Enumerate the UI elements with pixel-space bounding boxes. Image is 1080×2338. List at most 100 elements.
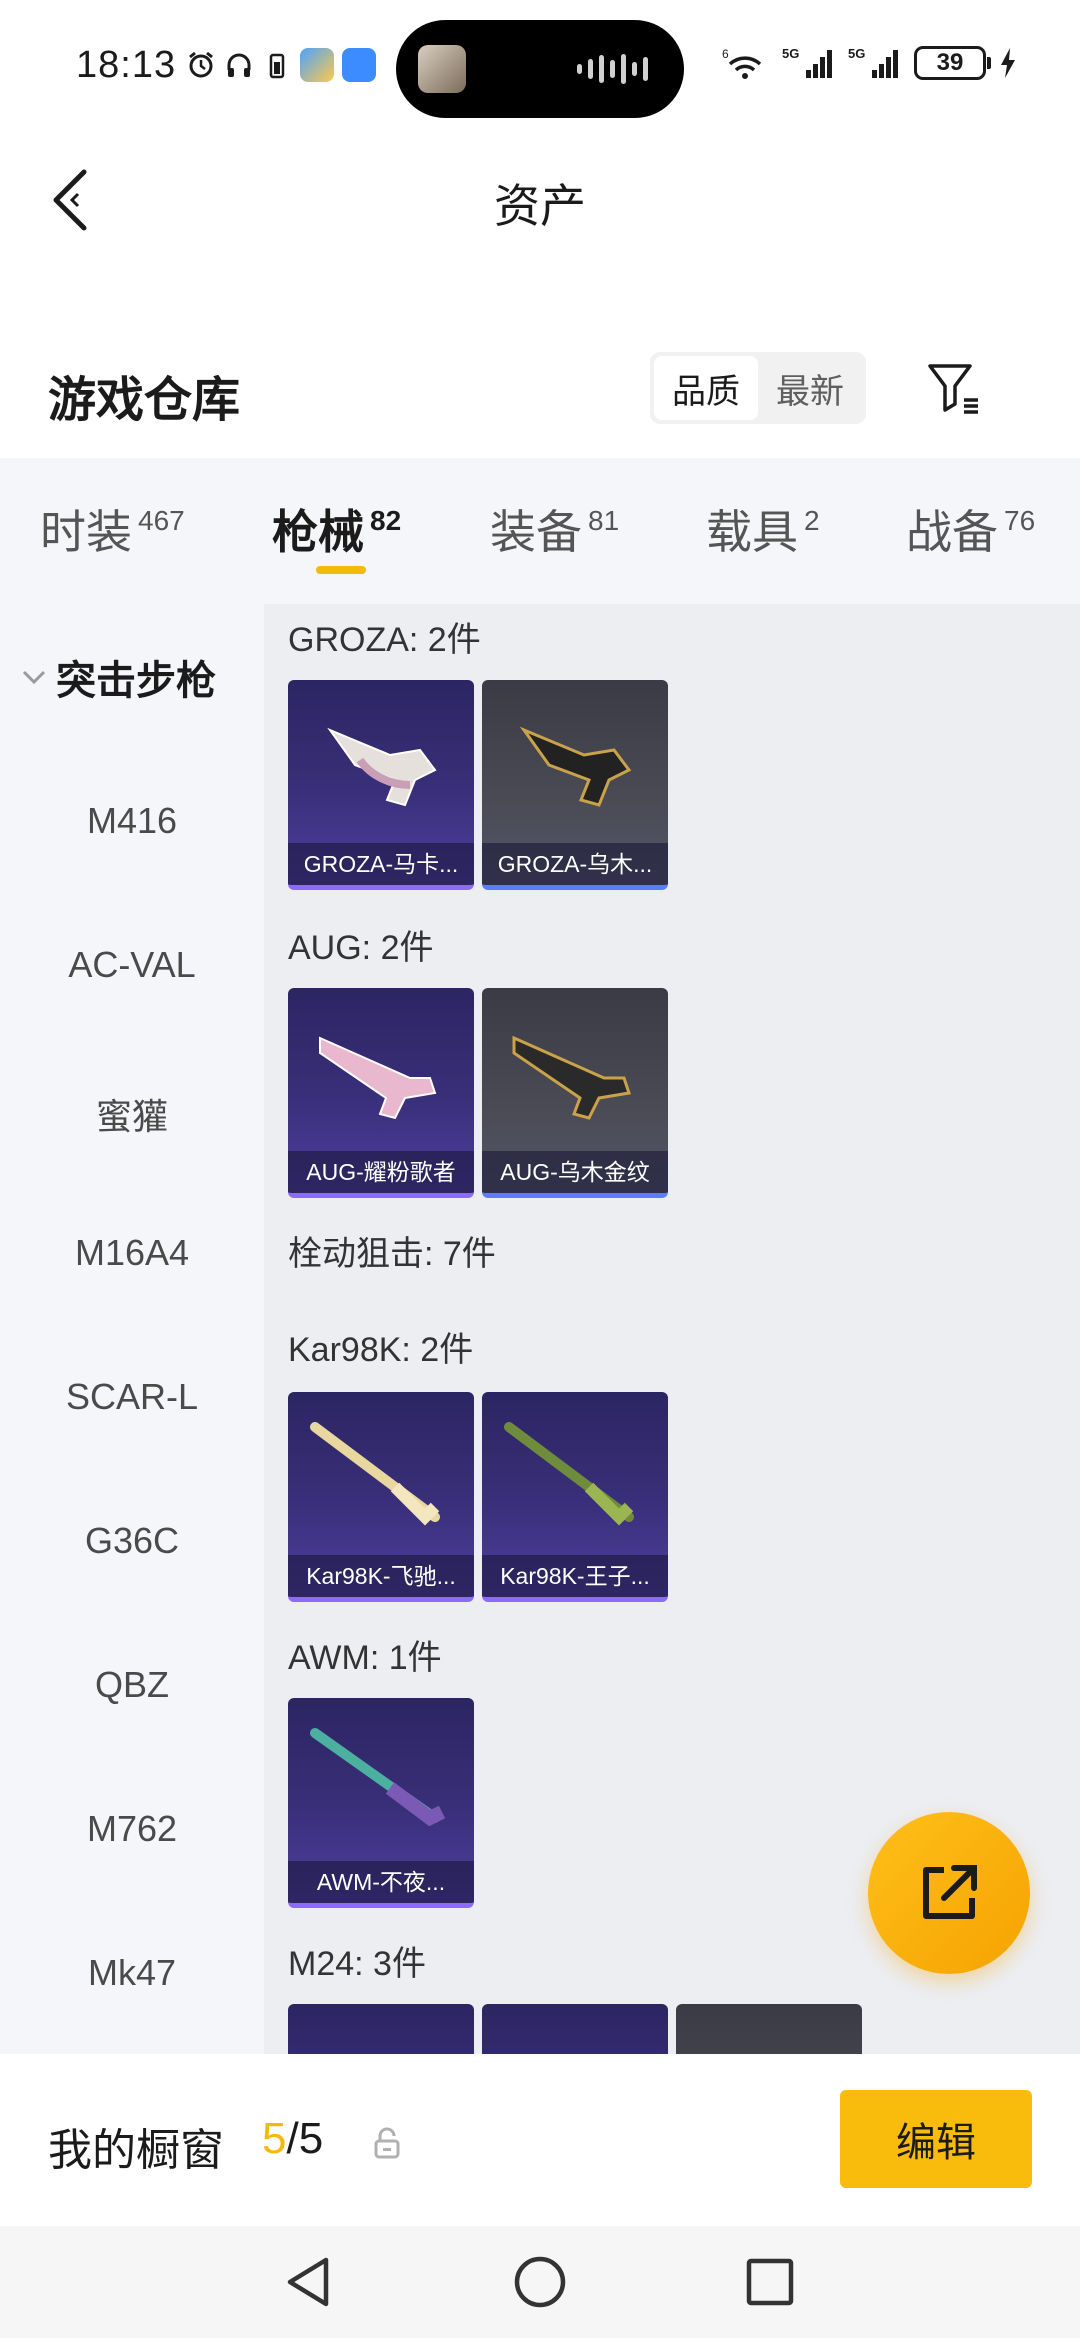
nav-home-icon xyxy=(514,2256,566,2308)
signal-label-1: 5G xyxy=(782,46,799,61)
battery-indicator: 39 xyxy=(914,46,991,80)
edit-button[interactable]: 编辑 xyxy=(840,2090,1032,2188)
group-title: Kar98K: 2件 xyxy=(288,1331,474,1369)
group-title: AUG: 2件 xyxy=(288,929,434,967)
tab-label: 时装 xyxy=(40,506,132,558)
section-title: 游戏仓库 xyxy=(48,374,241,427)
chevron-down-icon xyxy=(22,670,46,685)
group-title: 栓动狙击: 7件 xyxy=(288,1235,496,1273)
nav-home-button[interactable] xyxy=(508,2250,572,2314)
section-header: 游戏仓库 品质 最新 xyxy=(0,340,1080,460)
sniper-rifle-icon xyxy=(504,1422,634,1526)
skin-name: AUG-乌木金纹 xyxy=(482,1151,668,1193)
audio-wave-icon xyxy=(577,52,648,86)
showcase-current: 5 xyxy=(262,2114,287,2163)
weapon-type-sidebar: 突击步枪 M416 AC-VAL 蜜獾 M16A4 SCAR-L G36C QB… xyxy=(0,604,264,2054)
group-title: AWM: 1件 xyxy=(288,1639,442,1677)
skin-card[interactable]: GROZA-乌木... xyxy=(482,680,668,890)
skin-card[interactable]: AUG-耀粉歌者 xyxy=(288,988,474,1198)
category-tabs: 时装 467 枪械 82 装备 81 载具 2 战备 76 xyxy=(0,458,1080,604)
sidebar-item-ac-val[interactable]: AC-VAL xyxy=(0,944,264,986)
signal-icon: 5G xyxy=(848,46,898,78)
tab-label: 枪械 xyxy=(272,506,364,558)
system-navigation-bar xyxy=(0,2226,1080,2338)
media-thumbnail xyxy=(418,45,466,93)
tab-label: 载具 xyxy=(706,506,798,558)
sidebar-item-qbz[interactable]: QBZ xyxy=(0,1664,264,1706)
group-title: GROZA: 2件 xyxy=(288,621,481,659)
filter-button[interactable] xyxy=(920,352,988,424)
signal-icon: 5G xyxy=(782,46,832,78)
skin-name: AUG-耀粉歌者 xyxy=(288,1151,474,1193)
charging-icon xyxy=(1001,48,1015,78)
signal-label-2: 5G xyxy=(848,46,865,61)
tab-count: 2 xyxy=(804,505,820,536)
skin-card[interactable]: AWM-不夜... xyxy=(288,1698,474,1908)
sniper-rifle-icon xyxy=(310,1422,440,1526)
skin-card[interactable] xyxy=(482,2004,668,2054)
message-icon xyxy=(342,48,376,82)
active-tab-indicator xyxy=(316,566,366,574)
alarm-icon xyxy=(189,51,213,78)
skin-name: GROZA-乌木... xyxy=(482,843,668,885)
page-title: 资产 xyxy=(494,180,586,232)
lock-icon xyxy=(374,2127,400,2159)
filter-icon xyxy=(928,364,978,414)
skin-card[interactable] xyxy=(288,2004,474,2054)
sidebar-item-m762[interactable]: M762 xyxy=(0,1808,264,1850)
skin-card[interactable] xyxy=(676,2004,862,2054)
weather-icon xyxy=(300,48,334,82)
skin-card[interactable]: Kar98K-飞驰... xyxy=(288,1392,474,1602)
tab-count: 81 xyxy=(588,505,620,536)
share-icon xyxy=(923,1865,977,1919)
group-title: M24: 3件 xyxy=(288,1945,426,1983)
sidebar-item-mk47[interactable]: Mk47 xyxy=(0,1952,264,1994)
sort-quality-option[interactable]: 品质 xyxy=(654,356,758,420)
skin-name: AWM-不夜... xyxy=(288,1861,474,1903)
sidebar-item-scar-l[interactable]: SCAR-L xyxy=(0,1376,264,1418)
tab-fashion[interactable]: 时装 467 xyxy=(40,496,185,562)
nav-back-icon xyxy=(287,2257,329,2307)
status-time: 18:13 xyxy=(76,44,177,86)
showcase-total: /5 xyxy=(286,2114,324,2163)
tab-count: 467 xyxy=(138,505,185,536)
nav-recents-icon xyxy=(746,2258,794,2306)
nav-back-button[interactable] xyxy=(276,2250,340,2314)
status-bar: 18:13 6 5G 5G 39 xyxy=(0,0,1080,130)
tab-firearms[interactable]: 枪械 82 xyxy=(272,496,401,562)
sidebar-item-m416[interactable]: M416 xyxy=(0,800,264,842)
tab-count: 82 xyxy=(370,505,402,536)
skin-card[interactable]: Kar98K-王子... xyxy=(482,1392,668,1602)
wifi-icon: 6 xyxy=(722,47,762,79)
sidebar-item-honey-badger[interactable]: 蜜獾 xyxy=(0,1088,264,1140)
sidebar-category-assault-rifle[interactable]: 突击步枪 xyxy=(20,648,216,706)
skin-card[interactable]: GROZA-马卡... xyxy=(288,680,474,890)
status-system-icons: 6 5G 5G 39 xyxy=(722,46,1016,80)
nav-recents-button[interactable] xyxy=(738,2250,802,2314)
tab-vehicles[interactable]: 载具 2 xyxy=(706,496,820,562)
skin-name: GROZA-马卡... xyxy=(288,843,474,885)
showcase-count: 5/5 xyxy=(262,2114,323,2164)
wifi-label: 6 xyxy=(722,47,729,61)
skin-name: Kar98K-飞驰... xyxy=(288,1555,474,1597)
dynamic-island[interactable] xyxy=(396,20,684,118)
headphones-icon xyxy=(227,53,251,77)
skin-name: Kar98K-王子... xyxy=(482,1555,668,1597)
sort-newest-option[interactable]: 最新 xyxy=(758,356,862,420)
tab-count: 76 xyxy=(1004,505,1036,536)
share-button[interactable] xyxy=(868,1812,1030,1974)
status-notification-icons xyxy=(186,48,376,82)
battery-small-icon xyxy=(269,53,285,79)
sidebar-category-label: 突击步枪 xyxy=(56,659,216,703)
sniper-rifle-icon xyxy=(310,1728,446,1827)
skin-card[interactable]: AUG-乌木金纹 xyxy=(482,988,668,1198)
showcase-label: 我的橱窗 xyxy=(48,2126,224,2175)
sidebar-item-m16a4[interactable]: M16A4 xyxy=(0,1232,264,1274)
rifle-icon xyxy=(319,1036,437,1120)
rifle-icon xyxy=(512,1035,631,1120)
tab-label: 战备 xyxy=(906,506,998,558)
tab-label: 装备 xyxy=(490,506,582,558)
tab-supplies[interactable]: 战备 76 xyxy=(906,496,1035,562)
sidebar-item-g36c[interactable]: G36C xyxy=(0,1520,264,1562)
tab-equipment[interactable]: 装备 81 xyxy=(490,496,619,562)
